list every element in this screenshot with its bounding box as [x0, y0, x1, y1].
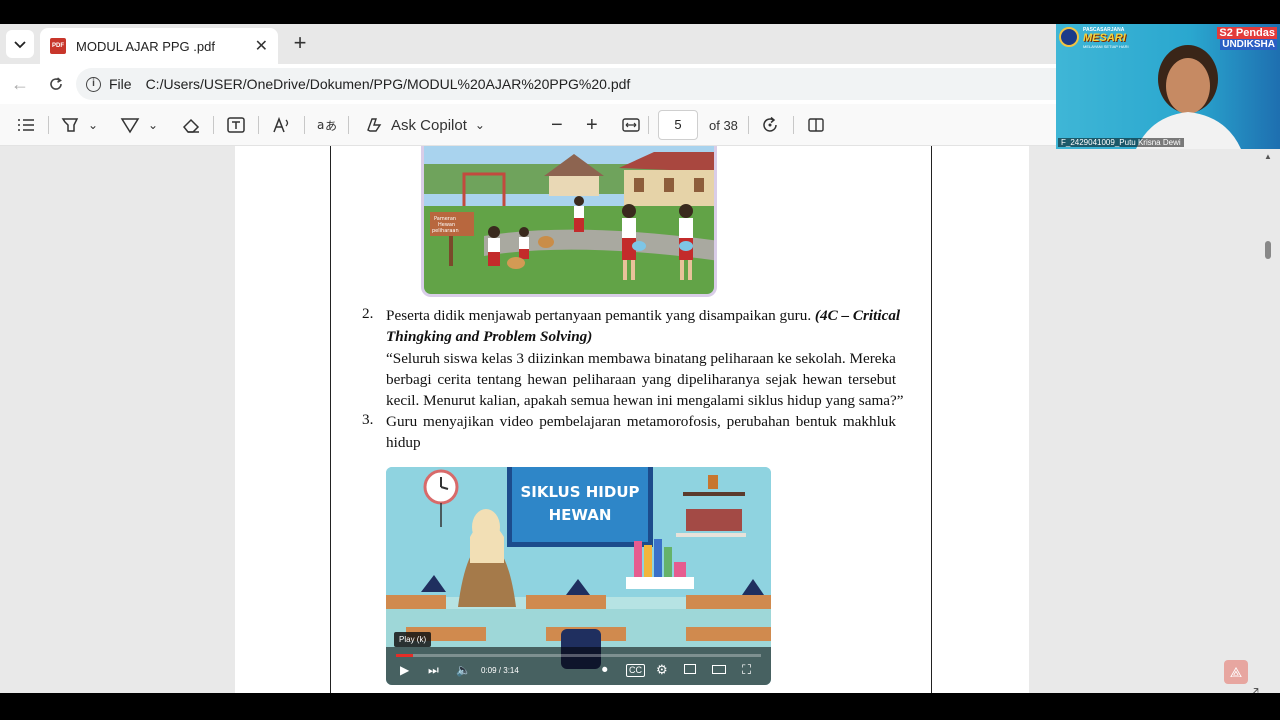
video-progress-fill: [396, 654, 413, 657]
refresh-icon[interactable]: [44, 72, 68, 96]
video-tooltip: Play (k): [394, 632, 432, 647]
participant-name-label: F_2429041009_Putu Krisna Dewi: [1058, 138, 1184, 147]
toolbar-divider: [748, 116, 749, 134]
next-icon[interactable]: ⏭: [428, 663, 439, 678]
svg-text:a: a: [317, 118, 324, 132]
participant-video: [1136, 45, 1241, 149]
close-tab-icon[interactable]: ✕: [255, 36, 268, 56]
toolbar-divider: [213, 116, 214, 134]
address-bar[interactable]: i File C:/Users/USER/OneDrive/Dokumen/PP…: [76, 68, 1196, 100]
settings-gear-icon[interactable]: ⚙: [656, 662, 668, 678]
tab-list-button[interactable]: [6, 30, 34, 58]
svg-text:あ: あ: [325, 119, 337, 133]
zoom-out-icon[interactable]: −: [551, 113, 563, 137]
toolbar-divider: [304, 116, 305, 134]
item2-text: Peserta didik menjawab pertanyaan pemant…: [386, 307, 815, 324]
quote-line-2: berbagi cerita tentang hewan peliharaan …: [386, 371, 897, 388]
document-viewer[interactable]: Pameran Hewan peliharaan 2. Peserta didi…: [0, 146, 1280, 693]
fit-width-icon[interactable]: [621, 113, 641, 137]
text-box-icon[interactable]: [226, 113, 246, 137]
highlight-tool-icon[interactable]: [60, 113, 80, 137]
translate-icon[interactable]: aあ: [316, 113, 338, 137]
draw-tool-icon[interactable]: [120, 113, 140, 137]
tab-title: MODUL AJAR PPG .pdf: [76, 38, 215, 54]
captions-icon[interactable]: CC: [626, 664, 645, 677]
theater-mode-icon[interactable]: [712, 665, 726, 674]
fullscreen-icon[interactable]: ⛶: [742, 662, 751, 678]
board-line2: HEWAN: [549, 506, 612, 524]
video-progress-track[interactable]: [396, 654, 761, 657]
scroll-up-arrow-icon[interactable]: ▲: [1264, 152, 1272, 161]
chevron-down-icon: ⌄: [474, 118, 485, 132]
pdf-file-icon: PDF: [50, 38, 66, 54]
expand-icon[interactable]: ⤢: [1246, 686, 1259, 693]
read-aloud-icon[interactable]: [272, 113, 292, 137]
rotate-icon[interactable]: [761, 113, 781, 137]
page-view-icon[interactable]: [806, 113, 826, 137]
copilot-icon: [367, 118, 382, 132]
quote-line-3: kecil. Menurut kalian, apakah semua hewa…: [386, 392, 904, 409]
page-border-right: [931, 146, 932, 693]
info-icon[interactable]: i: [86, 76, 101, 92]
volume-icon[interactable]: 🔈: [456, 663, 471, 677]
toolbar-divider: [48, 116, 49, 134]
item2-emphasis: (4C – Critical: [814, 307, 901, 324]
board-line1: SIKLUS HIDUP: [521, 483, 640, 501]
back-arrow-icon[interactable]: ←: [8, 72, 32, 96]
embedded-video-player[interactable]: SIKLUS HIDUP HEWAN Play (k) ▶ ⏭ 🔈 0:09 /…: [386, 467, 771, 685]
url-text[interactable]: C:/Users/USER/OneDrive/Dokumen/PPG/MODUL…: [146, 76, 631, 92]
video-time: 0:09 / 3:14: [481, 666, 519, 675]
autoplay-toggle-icon[interactable]: ⏺: [602, 664, 608, 677]
toolbar-divider: [258, 116, 259, 134]
zoom-in-icon[interactable]: +: [586, 113, 598, 137]
item2-line1: Peserta didik menjawab pertanyaan pemant…: [386, 305, 926, 326]
svg-text:peliharaan: peliharaan: [432, 228, 459, 234]
item3-line2: hidup: [386, 434, 421, 451]
vertical-scrollbar[interactable]: ▲ ▼: [1260, 146, 1276, 693]
list-number: 2.: [362, 305, 374, 322]
ask-copilot-label: Ask Copilot: [391, 116, 467, 134]
scrollbar-thumb[interactable]: [1265, 241, 1271, 259]
pet-exhibition-illustration: Pameran Hewan peliharaan: [421, 146, 717, 297]
list-number: 3.: [362, 411, 374, 428]
tab-pdf[interactable]: PDF MODUL AJAR PPG .pdf ✕: [40, 28, 278, 64]
new-tab-button[interactable]: +: [288, 32, 312, 56]
quote-line-1: “Seluruh siswa kelas 3 diizinkan membawa…: [386, 350, 896, 367]
item3-line1: Guru menyajikan video pembelajaran metam…: [386, 413, 896, 430]
adobe-acrobat-icon[interactable]: ⟁: [1224, 660, 1248, 684]
contents-list-icon[interactable]: [16, 113, 36, 137]
address-scheme-label: File: [109, 76, 132, 92]
chevron-down-icon: [14, 41, 26, 49]
webcam-overlay: PASCASARJANA MESARI MELAYANI SETIAP HARI…: [1056, 24, 1280, 149]
page-border-left: [330, 146, 331, 693]
item2-line2: Thingking and Problem Solving): [386, 328, 593, 345]
eraser-icon[interactable]: [181, 113, 201, 137]
page-number-input[interactable]: 5: [658, 110, 698, 140]
toolbar-divider: [648, 116, 649, 134]
miniplayer-icon[interactable]: [684, 664, 696, 674]
pdf-page: Pameran Hewan peliharaan 2. Peserta didi…: [235, 146, 1029, 693]
highlight-options-chevron-icon[interactable]: ⌄: [88, 113, 98, 137]
page-count-label: of 38: [709, 118, 738, 133]
toolbar-divider: [793, 116, 794, 134]
ask-copilot-button[interactable]: Ask Copilot ⌄: [364, 113, 485, 137]
toolbar-divider: [348, 116, 349, 134]
draw-options-chevron-icon[interactable]: ⌄: [148, 113, 158, 137]
play-icon[interactable]: ▶: [400, 663, 409, 677]
